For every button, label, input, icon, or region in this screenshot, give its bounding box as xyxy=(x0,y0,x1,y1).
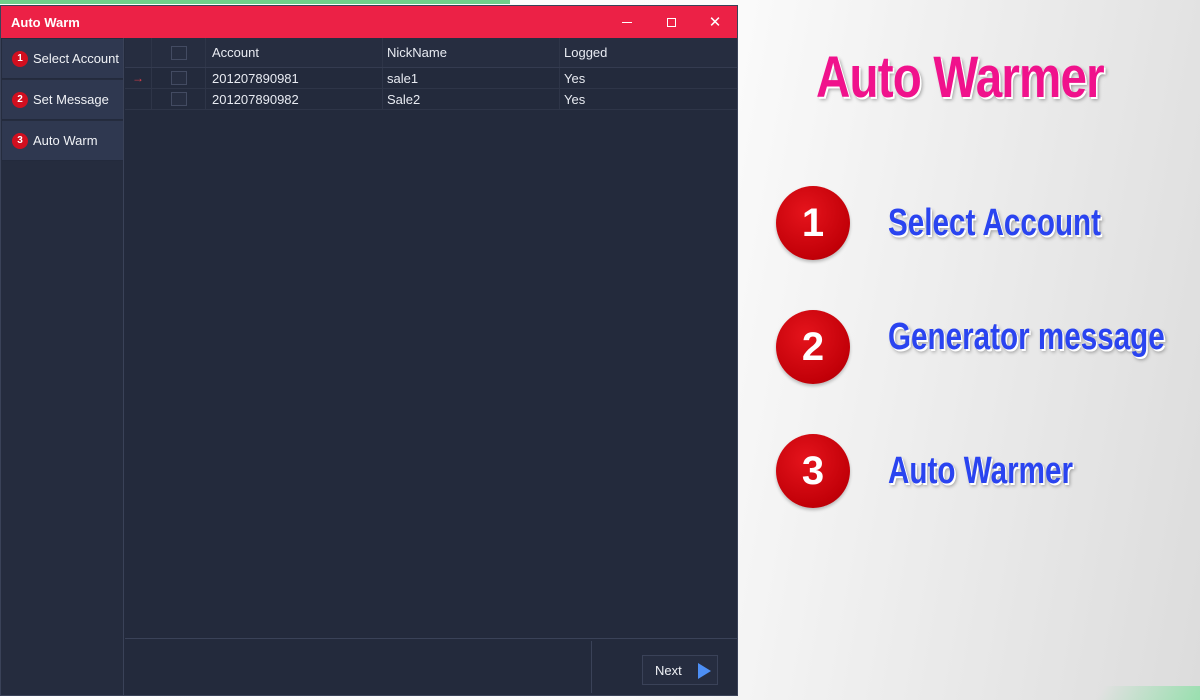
sidebar-item-label: Select Account xyxy=(33,51,119,66)
minimize-icon xyxy=(622,21,632,23)
sidebar: 1 Select Account 2 Set Message 3 Auto Wa… xyxy=(1,38,124,695)
row-checkbox[interactable] xyxy=(170,71,187,85)
step-number-badge: 1 xyxy=(12,50,28,67)
app-window: Auto Warm ✕ 1 Select Account 2 Set Messa… xyxy=(0,5,738,696)
column-header-nickname[interactable]: NickName xyxy=(383,38,560,67)
accounts-grid: Account NickName Logged → 201207890981 s… xyxy=(125,38,737,638)
current-row-arrow-icon: → xyxy=(132,71,144,85)
sidebar-item-select-account[interactable]: 1 Select Account xyxy=(2,39,123,79)
title-bar: Auto Warm ✕ xyxy=(1,6,737,38)
corner-accent-stripe xyxy=(1095,686,1200,700)
step-number-circle: 2 xyxy=(776,310,850,384)
next-button-label: Next xyxy=(655,662,682,678)
minimize-button[interactable] xyxy=(605,6,649,38)
cell-account: 201207890982 xyxy=(206,89,383,109)
next-button[interactable]: Next xyxy=(642,655,718,685)
cell-logged: Yes xyxy=(564,70,586,86)
top-accent-stripe xyxy=(0,0,510,4)
play-arrow-icon xyxy=(698,663,711,679)
sidebar-item-label: Set Message xyxy=(33,92,109,107)
promo-title: Auto Warmer xyxy=(816,45,1105,110)
cell-nickname: sale1 xyxy=(383,68,560,88)
row-indicator xyxy=(125,89,151,109)
sidebar-item-auto-warm[interactable]: 3 Auto Warm xyxy=(2,121,123,161)
row-checkbox-cell[interactable] xyxy=(151,89,206,109)
step-number-circle: 3 xyxy=(776,434,850,508)
row-checkbox-cell[interactable] xyxy=(151,68,206,88)
promo-step-3: 3 Auto Warmer xyxy=(776,434,1196,510)
sidebar-item-label: Auto Warm xyxy=(33,133,98,148)
sidebar-item-set-message[interactable]: 2 Set Message xyxy=(2,80,123,120)
footer-bar: Next xyxy=(125,638,737,695)
footer-button-panel: Next xyxy=(591,641,735,693)
cell-nickname: Sale2 xyxy=(383,89,560,109)
step-label: Select Account xyxy=(888,202,1102,244)
cell-account: 201207890981 xyxy=(206,68,383,88)
step-label: Auto Warmer xyxy=(888,450,1073,492)
step-number-circle: 1 xyxy=(776,186,850,260)
maximize-button[interactable] xyxy=(649,6,693,38)
step-label: Generator message xyxy=(888,316,1165,358)
column-header-logged[interactable]: Logged xyxy=(560,38,737,67)
step-number-badge: 3 xyxy=(12,132,28,149)
table-row[interactable]: → 201207890981 sale1 Yes xyxy=(125,68,737,89)
maximize-icon xyxy=(666,17,676,27)
table-row[interactable]: 201207890982 Sale2 Yes xyxy=(125,89,737,110)
close-icon: ✕ xyxy=(708,13,722,31)
grid-header-row: Account NickName Logged xyxy=(125,38,737,68)
column-header-account[interactable]: Account xyxy=(206,38,383,67)
select-all-checkbox-cell[interactable] xyxy=(151,38,206,67)
promo-step-2: 2 Generator message xyxy=(776,310,1196,386)
step-number-badge: 2 xyxy=(12,91,28,108)
close-button[interactable]: ✕ xyxy=(693,6,737,38)
row-checkbox[interactable] xyxy=(170,92,187,106)
cell-logged: Yes xyxy=(564,91,586,107)
window-title: Auto Warm xyxy=(11,14,80,30)
promo-step-1: 1 Select Account xyxy=(776,186,1196,262)
row-indicator-header xyxy=(125,38,151,67)
select-all-checkbox[interactable] xyxy=(170,45,187,60)
